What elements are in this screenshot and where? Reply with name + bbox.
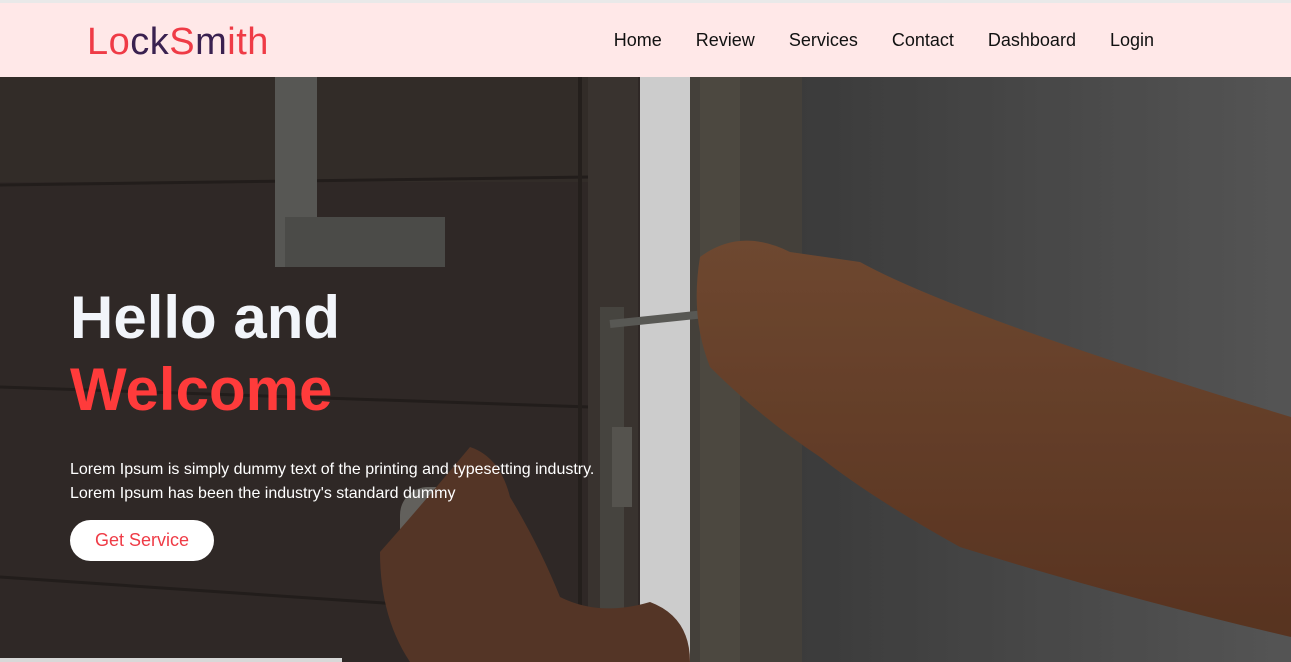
hero-content: Hello and Welcome Lorem Ipsum is simply … [70, 282, 630, 561]
brand-part: ith [227, 21, 269, 63]
brand-part: ck [130, 21, 170, 63]
nav-link-contact[interactable]: Contact [892, 29, 954, 51]
brand-part: m [195, 21, 228, 63]
hero-description-line: Lorem Ipsum has been the industry's stan… [70, 485, 456, 502]
get-service-button[interactable]: Get Service [70, 520, 215, 561]
brand-logo[interactable]: LockSmith [87, 21, 269, 63]
nav-link-login[interactable]: Login [1110, 29, 1154, 51]
hero-section: Hello and Welcome Lorem Ipsum is simply … [0, 77, 1291, 662]
hero-title: Hello and [70, 284, 341, 351]
hero-description-line: Lorem Ipsum is simply dummy text of the … [70, 461, 595, 478]
hero-title-accent: Welcome [70, 356, 333, 423]
nav-link-review[interactable]: Review [696, 29, 755, 51]
brand-part: Lo [87, 21, 131, 63]
main-nav: Home Review Services Contact Dashboard L… [614, 29, 1154, 51]
nav-link-services[interactable]: Services [789, 29, 858, 51]
nav-link-home[interactable]: Home [614, 29, 662, 51]
nav-link-dashboard[interactable]: Dashboard [988, 29, 1076, 51]
navbar: LockSmith Home Review Services Contact D… [0, 3, 1291, 77]
brand-part: S [169, 21, 196, 63]
horizontal-scrollbar[interactable] [0, 658, 342, 662]
hero-description: Lorem Ipsum is simply dummy text of the … [70, 458, 630, 506]
